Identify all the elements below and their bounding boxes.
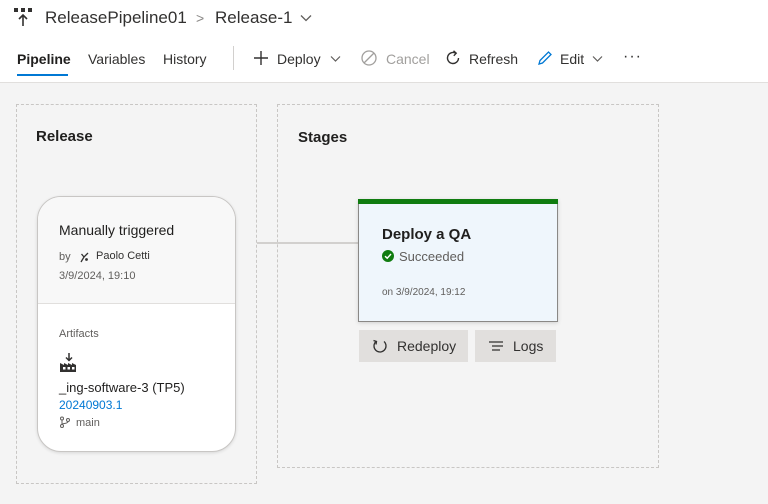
build-artifact-icon (60, 353, 76, 372)
cancel-label: Cancel (386, 51, 430, 67)
artifact-name[interactable]: _ing-software-3 (TP5) (59, 380, 185, 395)
success-check-icon (382, 250, 394, 262)
stage-name: Deploy a QA (382, 226, 472, 243)
deploy-label: Deploy (277, 51, 321, 67)
breadcrumb-pipeline[interactable]: ReleasePipeline01 (45, 8, 187, 28)
plus-icon (254, 51, 268, 65)
artifacts-label: Artifacts (59, 328, 99, 340)
stage-card[interactable]: Deploy a QA Succeeded on 3/9/2024, 19:12 (358, 199, 558, 322)
redeploy-icon (373, 339, 387, 353)
logs-icon (489, 341, 503, 351)
toolbar-divider (233, 46, 234, 70)
stage-status: Succeeded (399, 249, 465, 264)
stages-section-title: Stages (298, 129, 348, 146)
pencil-icon (538, 51, 552, 65)
trigger-type: Manually triggered (59, 222, 175, 238)
edit-label: Edit (560, 51, 585, 67)
redeploy-button[interactable]: Redeploy (359, 330, 468, 362)
refresh-label: Refresh (469, 51, 519, 67)
redeploy-label: Redeploy (397, 338, 457, 354)
cancel-icon (361, 50, 377, 66)
pipeline-canvas: Release Stages Manually triggered by Pao… (0, 83, 768, 504)
chevron-down-icon[interactable] (300, 13, 312, 23)
chevron-down-icon (592, 56, 603, 62)
tab-history[interactable]: History (163, 51, 207, 67)
user-icon (80, 252, 89, 263)
logs-label: Logs (513, 338, 544, 354)
logs-button[interactable]: Logs (475, 330, 556, 362)
triggered-by-name[interactable]: Paolo Cetti (96, 250, 150, 262)
branch-icon (60, 416, 70, 428)
more-options-icon[interactable]: ··· (623, 48, 642, 66)
breadcrumb-separator: > (196, 10, 205, 26)
stage-status-bar (358, 199, 558, 204)
release-trigger-card[interactable]: Manually triggered by Paolo Cetti 3/9/20… (37, 196, 236, 452)
breadcrumb-release[interactable]: Release-1 (215, 8, 293, 28)
tab-pipeline[interactable]: Pipeline (17, 51, 71, 67)
by-label: by (59, 251, 71, 263)
tab-variables[interactable]: Variables (88, 51, 145, 67)
stage-date: on 3/9/2024, 19:12 (382, 287, 466, 298)
stage-connector (257, 242, 358, 244)
refresh-icon (446, 50, 460, 65)
release-pipeline-icon (14, 8, 32, 26)
header: ReleasePipeline01 > Release-1 (0, 0, 768, 36)
artifact-branch: main (76, 417, 100, 429)
release-date: 3/9/2024, 19:10 (59, 270, 136, 282)
artifact-build-link[interactable]: 20240903.1 (59, 398, 122, 412)
tab-selected-indicator (17, 74, 68, 76)
chevron-down-icon (330, 56, 341, 62)
release-section-title: Release (36, 128, 93, 145)
